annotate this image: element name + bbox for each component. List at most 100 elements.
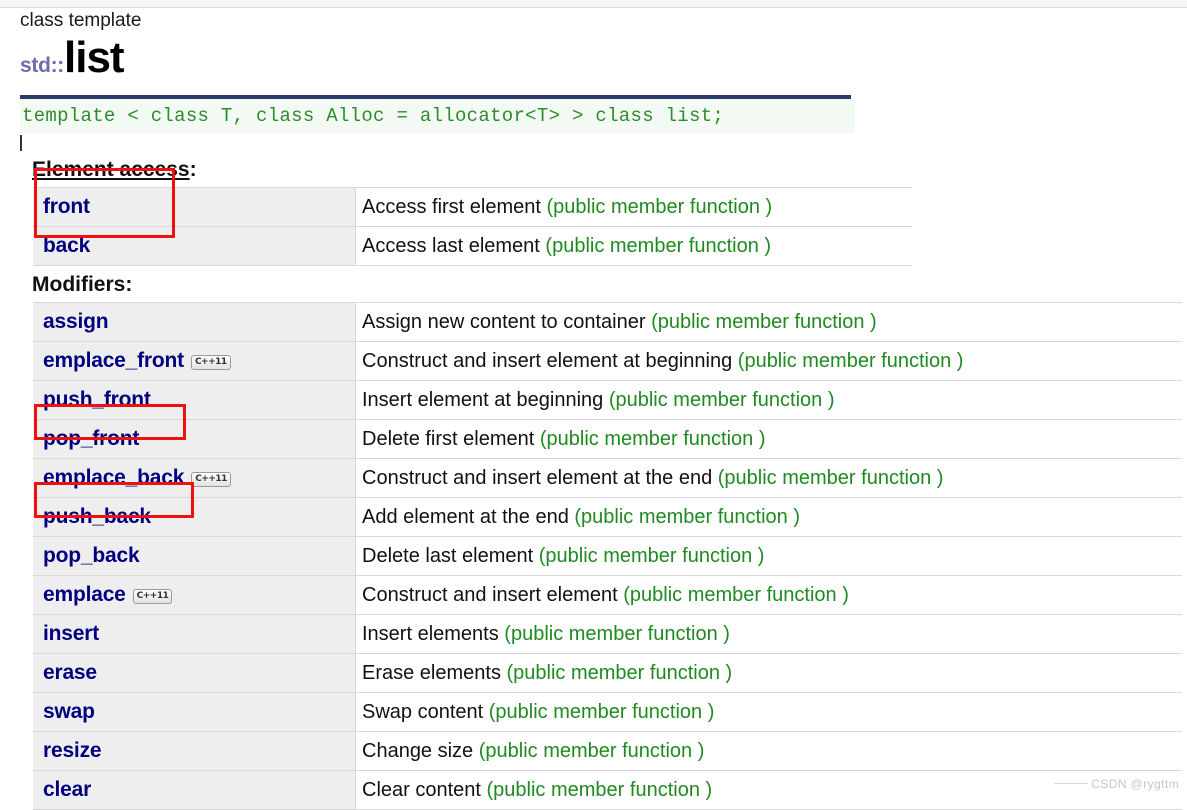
template-signature: template < class T, class Alloc = alloca…: [20, 99, 855, 133]
description-text: Swap content: [362, 700, 489, 723]
description-text: Insert elements: [362, 622, 505, 645]
member-name-emplace_back[interactable]: emplace_back C++11: [33, 458, 356, 498]
member-name-label: pop_front: [43, 427, 140, 450]
member-name-label: clear: [43, 778, 92, 801]
text-caret: [20, 135, 22, 151]
table-row[interactable]: resize Change size (public member functio…: [33, 731, 1182, 771]
table-row[interactable]: erase Erase elements (public member funct…: [33, 653, 1182, 693]
member-description: Add element at the end (public member fu…: [355, 497, 1182, 537]
class-kind-label: class template: [20, 10, 142, 31]
member-name-push_back[interactable]: push_back: [33, 497, 356, 537]
member-kind-note: (public member function ): [574, 505, 801, 528]
member-name-label: emplace_back: [43, 466, 185, 489]
member-name-assign[interactable]: assign: [33, 302, 356, 342]
member-description: Erase elements (public member function ): [355, 653, 1182, 693]
modifiers-table: assign Assign new content to container (p…: [33, 302, 1182, 810]
namespace-prefix: std::: [20, 54, 64, 77]
cpp11-badge-icon: C++11: [191, 472, 231, 487]
table-row[interactable]: emplace_front C++11 Construct and insert e…: [33, 341, 1182, 381]
description-text: Add element at the end: [362, 505, 575, 528]
table-row[interactable]: insert Insert elements (public member fun…: [33, 614, 1182, 654]
member-name-pop_front[interactable]: pop_front: [33, 419, 356, 459]
member-name-push_front[interactable]: push_front: [33, 380, 356, 420]
table-row[interactable]: assign Assign new content to container (p…: [33, 302, 1182, 342]
member-description: Access first element (public member func…: [355, 187, 912, 227]
member-description: Construct and insert element (public mem…: [355, 575, 1182, 615]
member-description: Change size (public member function ): [355, 731, 1182, 771]
member-name-clear[interactable]: clear: [33, 770, 356, 810]
description-text: Change size: [362, 739, 479, 762]
member-name-insert[interactable]: insert: [33, 614, 356, 654]
member-name-emplace_front[interactable]: emplace_front C++11: [33, 341, 356, 381]
member-kind-note: (public member function ): [488, 700, 715, 723]
description-text: Access last element: [362, 234, 546, 257]
reference-page: class template std::list template < clas…: [0, 8, 1187, 810]
page-title: std::list: [0, 34, 1187, 92]
csdn-watermark: CSDN @rygttm: [1054, 777, 1179, 791]
description-text: Assign new content to container: [362, 310, 652, 333]
description-text: Construct and insert element at beginnin…: [362, 349, 738, 372]
class-name: list: [64, 33, 125, 82]
member-name-front[interactable]: front: [33, 187, 243, 227]
member-name-label: insert: [43, 622, 99, 645]
section-heading-element-access-colon: :: [189, 158, 197, 181]
table-row[interactable]: emplace C++11 Construct and insert element…: [33, 575, 1182, 615]
table-row[interactable]: push_front Insert element at beginning (p…: [33, 380, 1182, 420]
table-row[interactable]: pop_back Delete last element (public memb…: [33, 536, 1182, 576]
member-name-label: emplace: [43, 583, 126, 606]
section-heading-modifiers: Modifiers:: [0, 274, 1187, 296]
member-name-pop_back[interactable]: pop_back: [33, 536, 356, 576]
table-row[interactable]: clear Clear content (public member functi…: [33, 770, 1182, 810]
member-kind-note: (public member function ): [506, 661, 733, 684]
member-name-label: pop_back: [43, 544, 140, 567]
description-text: Delete last element: [362, 544, 539, 567]
member-description: Delete first element (public member func…: [355, 419, 1182, 459]
member-name-label: erase: [43, 661, 97, 684]
member-kind-note: (public member function ): [737, 349, 964, 372]
browser-chrome-strip: [0, 0, 1187, 8]
watermark-text: CSDN @rygttm: [1091, 777, 1179, 791]
member-name-label: emplace_front: [43, 349, 184, 372]
spacer-cell: [243, 226, 356, 266]
member-description: Construct and insert element at the end …: [355, 458, 1182, 498]
cpp11-badge-icon: C++11: [132, 589, 173, 604]
member-name-label: assign: [43, 310, 109, 333]
spacer-cell: [243, 187, 356, 227]
member-kind-note: (public member function ): [608, 388, 835, 411]
description-text: Erase elements: [362, 661, 507, 684]
section-heading-modifiers-text: Modifiers: [32, 273, 126, 296]
member-description: Assign new content to container (public …: [355, 302, 1182, 342]
section-heading-element-access: Element access:: [0, 159, 1187, 181]
element-access-table: front Access first element (public membe…: [33, 187, 912, 266]
member-kind-note: (public member function ): [504, 622, 730, 645]
member-kind-note: (public member function ): [651, 310, 877, 333]
member-name-label: resize: [43, 739, 102, 762]
section-heading-element-access-text: Element access: [32, 158, 190, 181]
member-name-emplace[interactable]: emplace C++11: [33, 575, 356, 615]
member-description: Access last element (public member funct…: [355, 226, 912, 266]
member-name-resize[interactable]: resize: [33, 731, 356, 771]
watermark-rule: [1054, 783, 1089, 784]
description-text: Clear content: [362, 778, 487, 801]
member-kind-note: (public member function ): [486, 778, 713, 801]
member-description: Delete last element (public member funct…: [355, 536, 1182, 576]
table-row[interactable]: push_back Add element at the end (public …: [33, 497, 1182, 537]
member-name-erase[interactable]: erase: [33, 653, 356, 693]
table-row[interactable]: emplace_back C++11 Construct and insert el…: [33, 458, 1182, 498]
description-text: Insert element at beginning: [362, 388, 609, 411]
member-kind-note: (public member function ): [539, 427, 766, 450]
member-name-label: push_back: [43, 505, 151, 528]
description-text: Delete first element: [362, 427, 540, 450]
member-kind-note: (public member function ): [717, 466, 944, 489]
table-row[interactable]: back Access last element (public member …: [33, 226, 912, 266]
member-kind-note: (public member function ): [623, 583, 849, 606]
cpp11-badge-icon: C++11: [190, 355, 231, 370]
table-row[interactable]: swap Swap content (public member function…: [33, 692, 1182, 732]
member-description: Insert elements (public member function …: [355, 614, 1182, 654]
table-row[interactable]: pop_front Delete first element (public me…: [33, 419, 1182, 459]
table-row[interactable]: front Access first element (public membe…: [33, 187, 912, 227]
section-heading-modifiers-colon: :: [125, 273, 133, 296]
member-kind-note: (public member function ): [478, 739, 705, 762]
member-name-swap[interactable]: swap: [33, 692, 356, 732]
member-name-back[interactable]: back: [33, 226, 243, 266]
